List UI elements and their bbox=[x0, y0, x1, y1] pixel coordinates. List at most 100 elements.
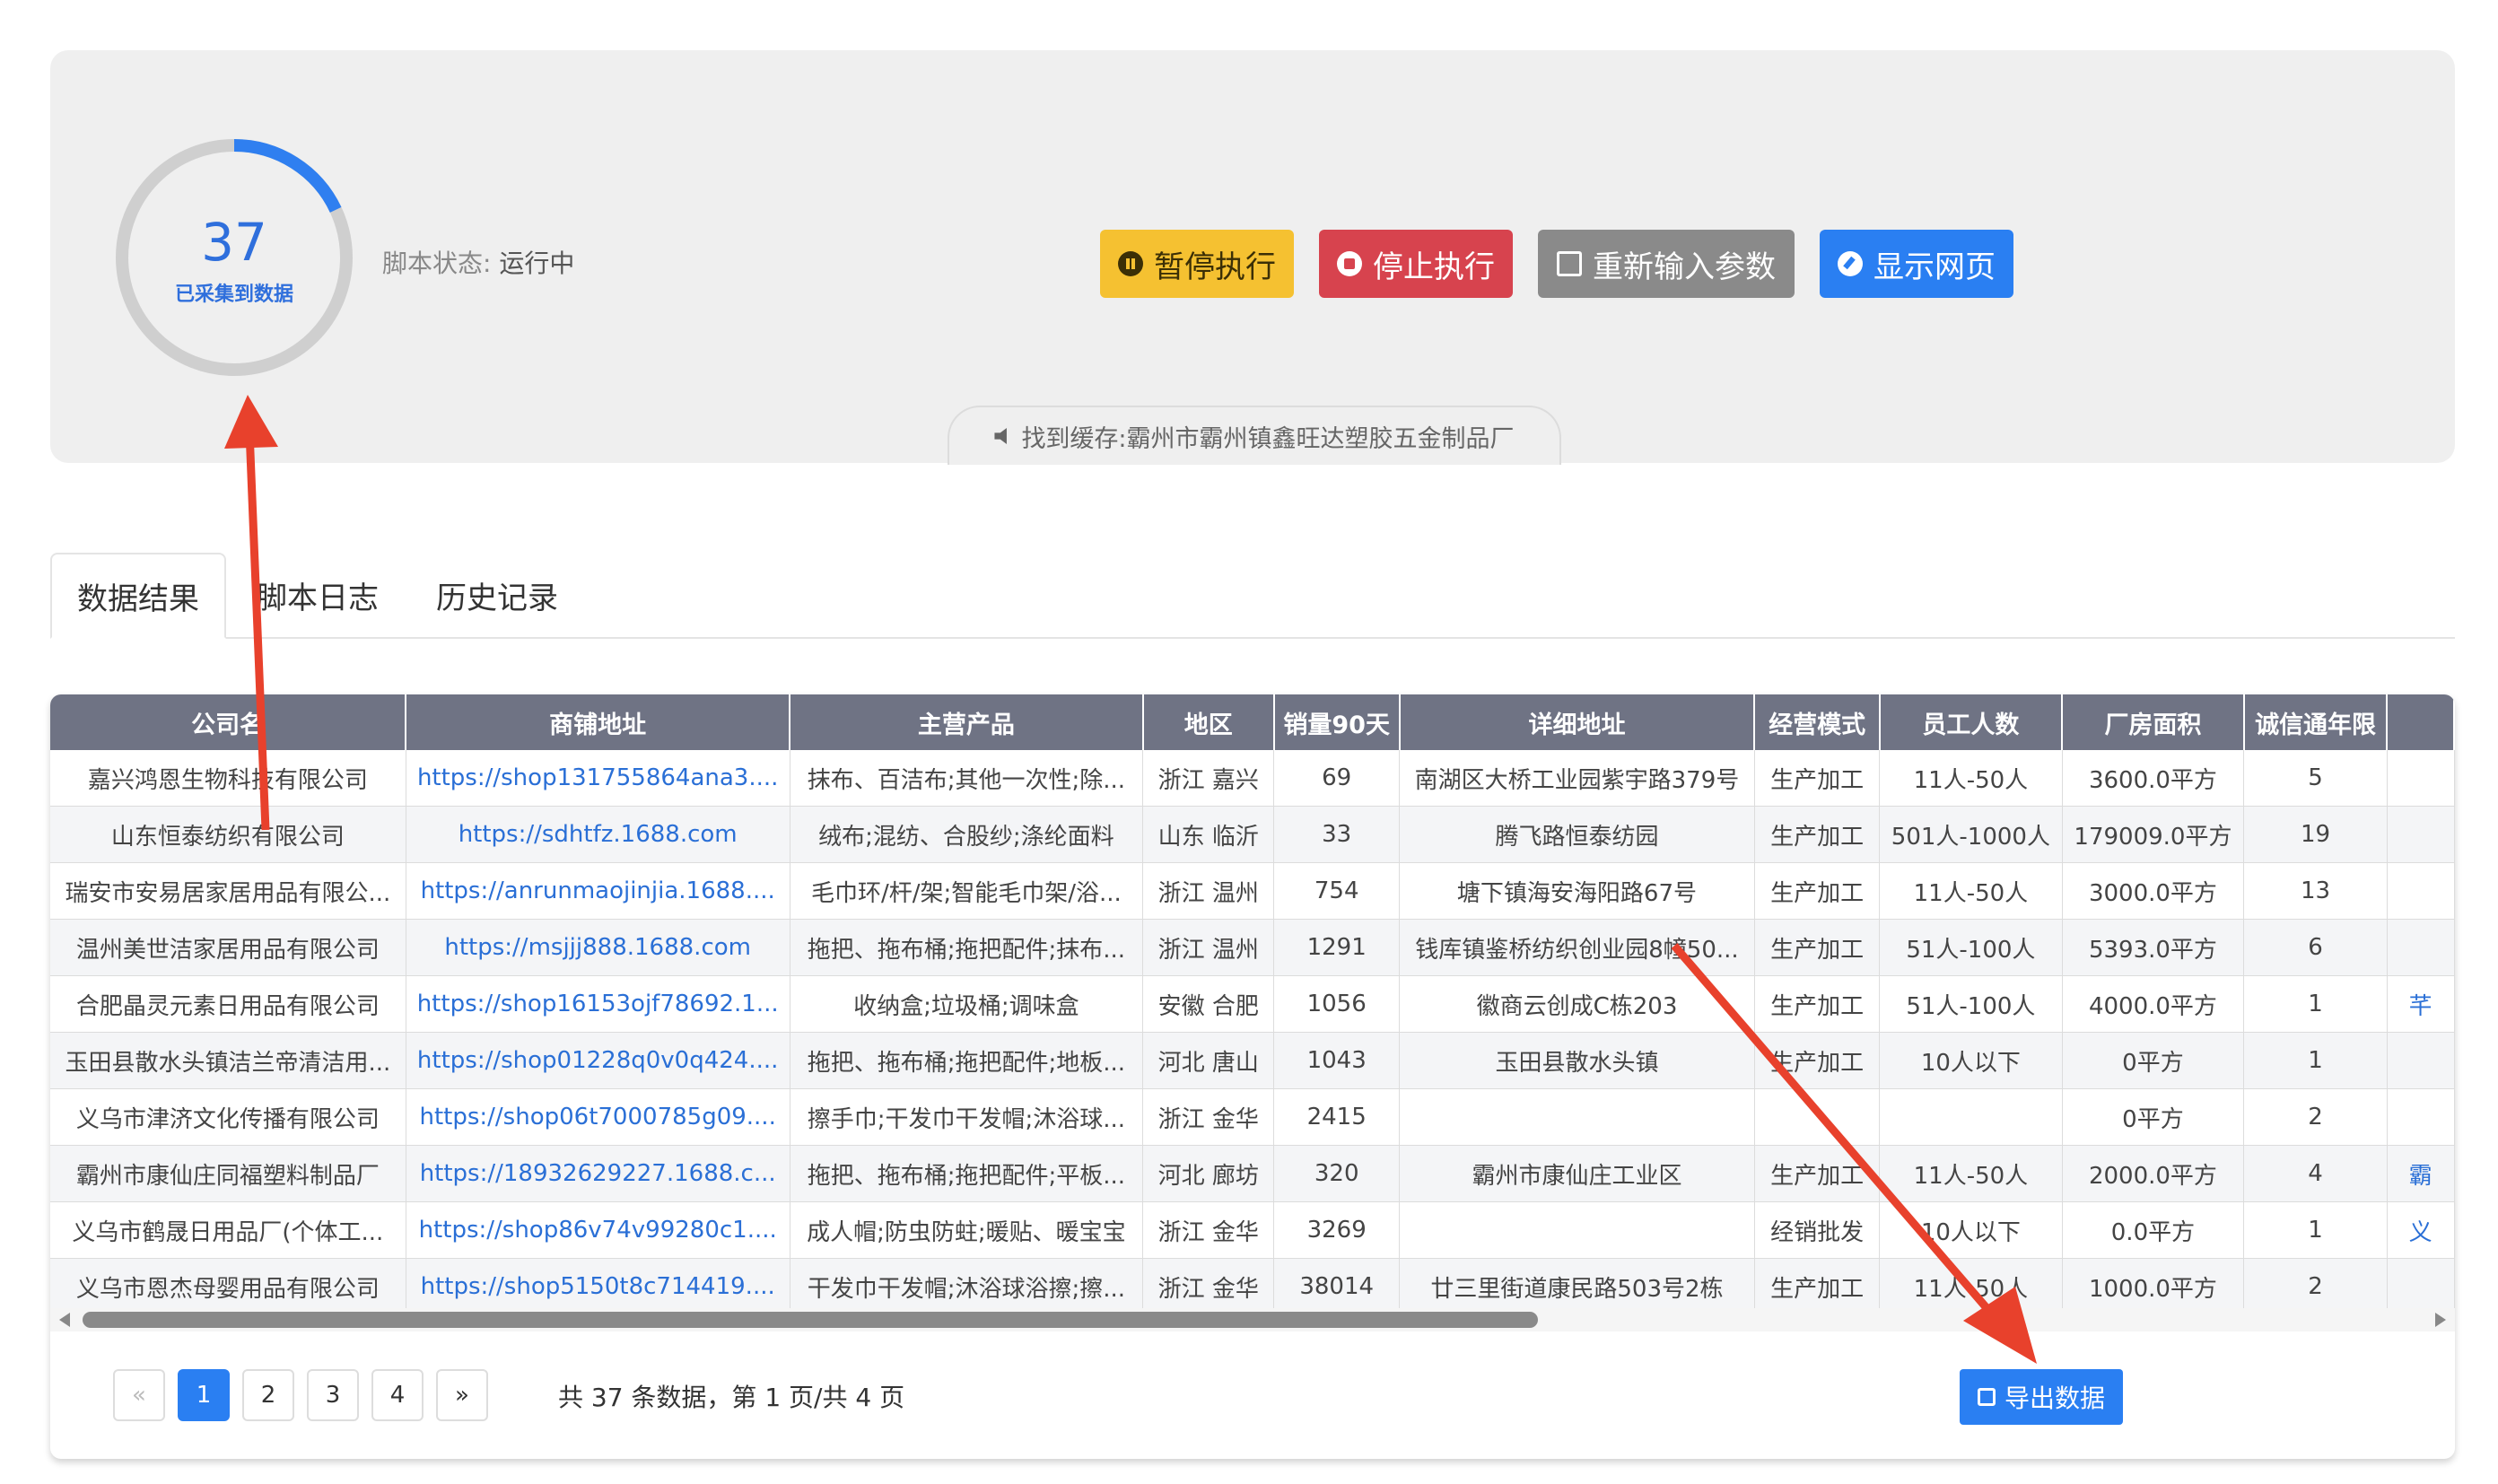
scrollbar-thumb[interactable] bbox=[83, 1312, 1538, 1328]
table-cell: 收纳盒;垃圾桶;调味盒 bbox=[790, 975, 1144, 1033]
page-4-button[interactable]: 4 bbox=[371, 1369, 424, 1421]
table-row[interactable]: 霸州市康仙庄同福塑料制品厂 https://18932629227.1688.c.… bbox=[50, 1145, 2455, 1202]
table-cell: 0平方 bbox=[2062, 1088, 2245, 1146]
table-cell: 山东恒泰纺织有限公司 bbox=[50, 806, 406, 863]
pagination-info: 共 37 条数据，第 1 页/共 4 页 bbox=[558, 1383, 905, 1412]
table-cell: 179009.0平方 bbox=[2062, 806, 2245, 863]
table-row[interactable]: 山东恒泰纺织有限公司 https://sdhtfz.1688.com 绒布;混纺、合… bbox=[50, 806, 2455, 863]
table-cell: 5393.0平方 bbox=[2062, 919, 2245, 976]
stop-button[interactable]: 停止执行 bbox=[1319, 230, 1513, 298]
column-header: 经营模式 bbox=[1754, 694, 1881, 750]
table-cell: 3269 bbox=[1273, 1201, 1400, 1259]
table-cell: 69 bbox=[1273, 750, 1400, 807]
export-data-button[interactable]: 导出数据 bbox=[1960, 1369, 2123, 1425]
page-2-button[interactable]: 2 bbox=[242, 1369, 294, 1421]
shop-url-link[interactable]: https://shop16153ojf78692.1... bbox=[406, 975, 790, 1033]
table-cell: 霸州市康仙庄工业区 bbox=[1399, 1145, 1755, 1202]
prev-page-button[interactable]: « bbox=[113, 1369, 165, 1421]
next-page-button[interactable]: » bbox=[436, 1369, 488, 1421]
table-cell: 51人-100人 bbox=[1879, 975, 2063, 1033]
table-row[interactable]: 义乌市鹤晟日用品厂(个体工... https://shop86v74v99280c… bbox=[50, 1201, 2455, 1259]
table-cell: 320 bbox=[1273, 1145, 1400, 1202]
table-cell: 生产加工 bbox=[1754, 1258, 1881, 1315]
table-cell: 绒布;混纺、合股纱;涤纶面料 bbox=[790, 806, 1144, 863]
column-header: 商铺地址 bbox=[406, 694, 791, 750]
shop-url-link[interactable]: https://shop06t7000785g09.... bbox=[406, 1088, 790, 1146]
table-cell: 嘉兴鸿恩生物科技有限公司 bbox=[50, 750, 406, 807]
table-cell: 3000.0平方 bbox=[2062, 862, 2245, 920]
table-cell: 毛巾环/杆/架;智能毛巾架/浴... bbox=[790, 862, 1144, 920]
column-header: 销量90天 bbox=[1273, 694, 1401, 750]
scroll-right-icon[interactable] bbox=[2435, 1313, 2446, 1327]
table-cell: 4000.0平方 bbox=[2062, 975, 2245, 1033]
column-header: 主营产品 bbox=[790, 694, 1144, 750]
table-cell: 生产加工 bbox=[1754, 750, 1881, 807]
reinput-params-button[interactable]: 重新输入参数 bbox=[1538, 230, 1795, 298]
table-cell: 生产加工 bbox=[1754, 806, 1881, 863]
table-cell: 11人-50人 bbox=[1879, 1145, 2063, 1202]
table-cell: 1291 bbox=[1273, 919, 1400, 976]
table-cell: 10人以下 bbox=[1879, 1201, 2063, 1259]
table-cell: 1043 bbox=[1273, 1032, 1400, 1089]
table-header-row: 公司名 商铺地址 主营产品 地区 销量90天 详细地址 经营模式 员工人数 厂房面积 诚信通年限 bbox=[50, 694, 2455, 750]
table-cell: 浙江 金华 bbox=[1142, 1201, 1275, 1259]
table-cell: 浙江 金华 bbox=[1142, 1258, 1275, 1315]
compass-icon bbox=[1838, 251, 1863, 276]
table-cell bbox=[1754, 1088, 1881, 1146]
table-cell: 瑞安市安易居家居用品有限公... bbox=[50, 862, 406, 920]
scroll-left-icon[interactable] bbox=[59, 1313, 70, 1327]
page-1-button[interactable]: 1 bbox=[178, 1369, 230, 1421]
status-panel: 37 已采集到数据 脚本状态: 运行中 暂停执行 停止执行 重新输入参数 显示网… bbox=[50, 50, 2455, 465]
table-row[interactable]: 嘉兴鸿恩生物科技有限公司 https://shop131755864ana3...… bbox=[50, 750, 2455, 807]
shop-url-link[interactable]: https://shop131755864ana3.... bbox=[406, 750, 790, 807]
edit-icon bbox=[1557, 251, 1582, 276]
table-row[interactable]: 温州美世洁家居用品有限公司 https://msjjj888.1688.com 拖把… bbox=[50, 919, 2455, 976]
table-cell: 浙江 嘉兴 bbox=[1142, 750, 1275, 807]
table-cell: 5 bbox=[2243, 750, 2388, 807]
script-status: 脚本状态: 运行中 bbox=[382, 244, 574, 280]
shop-url-link[interactable]: https://sdhtfz.1688.com bbox=[406, 806, 790, 863]
horizontal-scrollbar[interactable] bbox=[50, 1308, 2455, 1331]
show-webpage-button[interactable]: 显示网页 bbox=[1820, 230, 2013, 298]
table-cell: 11人-50人 bbox=[1879, 862, 2063, 920]
pause-button[interactable]: 暂停执行 bbox=[1100, 230, 1294, 298]
table-cell bbox=[1399, 1088, 1755, 1146]
shop-url-link[interactable]: https://18932629227.1688.c... bbox=[406, 1145, 790, 1202]
column-header: 员工人数 bbox=[1879, 694, 2064, 750]
show-label: 显示网页 bbox=[1874, 249, 1996, 285]
shop-url-link[interactable]: https://msjjj888.1688.com bbox=[406, 919, 790, 976]
table-cell: 13 bbox=[2243, 862, 2388, 920]
table-cell: 生产加工 bbox=[1754, 975, 1881, 1033]
tab-script-log[interactable]: 脚本日志 bbox=[230, 553, 406, 637]
table-cell: 钱库镇鉴桥纺织创业园8幢50... bbox=[1399, 919, 1755, 976]
table-cell: 6 bbox=[2243, 919, 2388, 976]
table-row[interactable]: 义乌市津济文化传播有限公司 https://shop06t7000785g09..… bbox=[50, 1088, 2455, 1146]
table-row[interactable]: 瑞安市安易居家居用品有限公... https://anrunmaojinjia.1… bbox=[50, 862, 2455, 920]
shop-url-link[interactable]: https://shop01228q0v0q424.... bbox=[406, 1032, 790, 1089]
page-3-button[interactable]: 3 bbox=[307, 1369, 359, 1421]
table-cell: 2 bbox=[2243, 1088, 2388, 1146]
table-row[interactable]: 义乌市恩杰母婴用品有限公司 https://shop5150t8c714419..… bbox=[50, 1258, 2455, 1315]
table-row[interactable]: 合肥晶灵元素日用品有限公司 https://shop16153ojf78692.1… bbox=[50, 975, 2455, 1033]
shop-url-link[interactable]: https://shop5150t8c714419.... bbox=[406, 1258, 790, 1315]
table-cell: 徽商云创成C栋203 bbox=[1399, 975, 1755, 1033]
table-cell: 3600.0平方 bbox=[2062, 750, 2245, 807]
column-header: 详细地址 bbox=[1399, 694, 1756, 750]
table-cell: 霸 bbox=[2387, 1145, 2455, 1202]
table-cell: 合肥晶灵元素日用品有限公司 bbox=[50, 975, 406, 1033]
shop-url-link[interactable]: https://shop86v74v99280c1.... bbox=[406, 1201, 790, 1259]
table-cell: 1 bbox=[2243, 1201, 2388, 1259]
tab-history[interactable]: 历史记录 bbox=[409, 553, 585, 637]
pagination: « 1 2 3 4 » bbox=[113, 1369, 488, 1421]
table-cell: 19 bbox=[2243, 806, 2388, 863]
table-cell: 拖把、拖布桶;拖把配件;抹布... bbox=[790, 919, 1144, 976]
table-row[interactable]: 玉田县散水头镇洁兰帝清洁用... https://shop01228q0v0q42… bbox=[50, 1032, 2455, 1089]
table-cell: 754 bbox=[1273, 862, 1400, 920]
table-cell: 生产加工 bbox=[1754, 1145, 1881, 1202]
table-cell bbox=[1879, 1088, 2063, 1146]
shop-url-link[interactable]: https://anrunmaojinjia.1688.... bbox=[406, 862, 790, 920]
tab-data-results[interactable]: 数据结果 bbox=[50, 553, 226, 639]
table-cell: 成人帽;防虫防蛀;暖贴、暖宝宝 bbox=[790, 1201, 1144, 1259]
table-cell bbox=[2387, 862, 2455, 920]
table-cell bbox=[2387, 1088, 2455, 1146]
